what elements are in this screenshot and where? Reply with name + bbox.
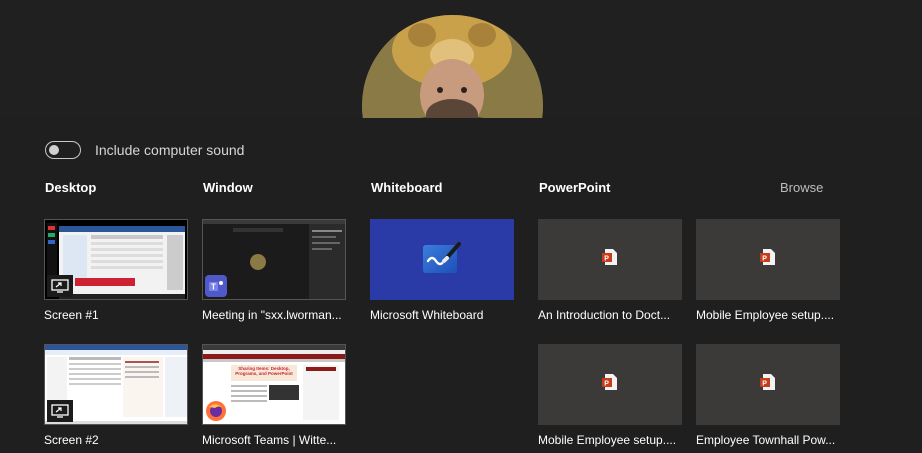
svg-text:P: P	[604, 381, 609, 388]
meeting-window-thumbnail: T	[202, 219, 346, 300]
browser-window-caption: Microsoft Teams | Witte...	[202, 433, 337, 447]
meeting-window-caption: Meeting in "sxx.lworman...	[202, 308, 342, 322]
teams-icon: T	[205, 275, 227, 297]
powerpoint-caption: Employee Townhall Pow...	[696, 433, 836, 447]
powerpoint-thumbnail: P	[538, 344, 682, 425]
powerpoint-caption: Mobile Employee setup....	[696, 308, 835, 322]
powerpoint-caption: Mobile Employee setup....	[538, 433, 677, 447]
svg-text:P: P	[762, 256, 767, 263]
window-meeting-tile[interactable]: T Meeting in "sxx.lworman...	[202, 219, 346, 322]
powerpoint-file-icon: P	[602, 373, 618, 396]
powerpoint-file-tile[interactable]: P An Introduction to Doct...	[538, 219, 682, 322]
whiteboard-heading: Whiteboard	[371, 180, 443, 195]
desktop-screen-2-tile[interactable]: Screen #2	[44, 344, 188, 447]
desktop-screen-1-tile[interactable]: Screen #1	[44, 219, 188, 322]
browser-window-thumbnail: Sharing Items: Desktop, Programs, and Po…	[202, 344, 346, 425]
participant-avatar	[362, 15, 543, 118]
powerpoint-file-tile[interactable]: P Mobile Employee setup....	[538, 344, 682, 447]
desktop-heading: Desktop	[45, 180, 97, 195]
screen-2-thumbnail	[44, 344, 188, 425]
powerpoint-caption: An Introduction to Doct...	[538, 308, 671, 322]
svg-text:P: P	[762, 381, 767, 388]
screen-2-caption: Screen #2	[44, 433, 99, 447]
powerpoint-thumbnail: P	[538, 219, 682, 300]
powerpoint-file-icon: P	[602, 248, 618, 271]
browser-page-heading: Sharing Items: Desktop, Programs, and Po…	[235, 366, 293, 376]
firefox-icon	[205, 400, 227, 422]
powerpoint-file-icon: P	[760, 373, 776, 396]
screen-1-thumbnail	[44, 219, 188, 300]
whiteboard-caption: Microsoft Whiteboard	[370, 308, 484, 322]
computer-sound-toggle[interactable]	[45, 141, 81, 159]
powerpoint-thumbnail: P	[696, 344, 840, 425]
browse-button[interactable]: Browse	[780, 180, 823, 195]
powerpoint-thumbnail: P	[696, 219, 840, 300]
svg-text:P: P	[604, 256, 609, 263]
powerpoint-file-tile[interactable]: P Mobile Employee setup....	[696, 219, 840, 322]
toggle-knob	[49, 145, 59, 155]
computer-sound-label: Include computer sound	[95, 142, 245, 158]
whiteboard-tile[interactable]: Microsoft Whiteboard	[370, 219, 514, 322]
computer-sound-row: Include computer sound	[45, 139, 244, 161]
svg-text:T: T	[211, 283, 216, 292]
window-heading: Window	[203, 180, 253, 195]
window-browser-tile[interactable]: Sharing Items: Desktop, Programs, and Po…	[202, 344, 346, 447]
powerpoint-file-icon: P	[760, 248, 776, 271]
screen-1-caption: Screen #1	[44, 308, 99, 322]
powerpoint-heading: PowerPoint	[539, 180, 611, 195]
whiteboard-icon	[422, 239, 462, 280]
video-strip	[0, 0, 922, 118]
whiteboard-thumbnail	[370, 219, 514, 300]
share-screen-icon	[47, 400, 73, 422]
share-screen-icon	[47, 275, 73, 297]
powerpoint-file-tile[interactable]: P Employee Townhall Pow...	[696, 344, 840, 447]
